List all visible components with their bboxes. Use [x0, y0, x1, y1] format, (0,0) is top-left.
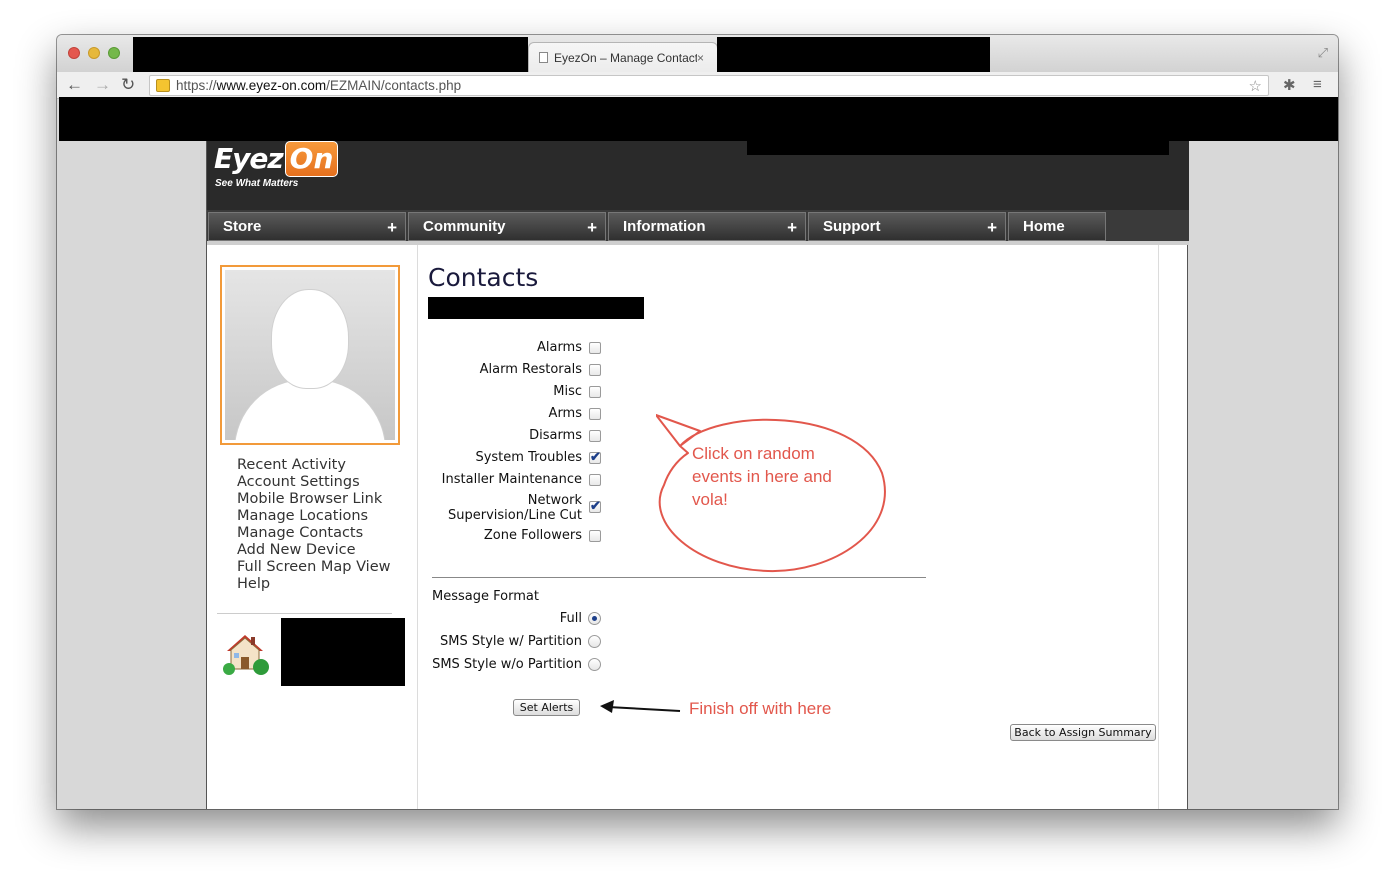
- event-label-misc: Misc: [553, 384, 582, 399]
- warning-lock-icon: [156, 79, 170, 92]
- format-label-sms-partition: SMS Style w/ Partition: [440, 634, 582, 649]
- format-label-sms-no-partition: SMS Style w/o Partition: [432, 657, 582, 672]
- close-window-button[interactable]: [68, 47, 80, 59]
- browser-tab[interactable]: EyezOn – Manage Contact ×: [528, 42, 718, 72]
- redacted-area: [281, 618, 405, 686]
- document-icon: [539, 52, 548, 63]
- tab-title: EyezOn – Manage Contact: [554, 50, 697, 65]
- url-scheme: https://: [176, 78, 217, 93]
- expand-plus-icon[interactable]: +: [387, 218, 397, 238]
- event-checkbox-alarms[interactable]: [589, 342, 601, 354]
- menu-community[interactable]: Community +: [408, 212, 606, 241]
- sidebar-link-account-settings[interactable]: Account Settings: [237, 474, 390, 491]
- sidebar-link-add-device[interactable]: Add New Device: [237, 542, 390, 559]
- event-label-alarms: Alarms: [536, 340, 582, 355]
- sidebar-link-help[interactable]: Help: [237, 576, 390, 593]
- content-divider: [1158, 245, 1159, 809]
- main-menu: Store + Community + Information + Suppor…: [207, 210, 1189, 241]
- event-checkbox-system-troubles[interactable]: [589, 449, 601, 465]
- avatar-head: [272, 290, 348, 388]
- address-bar[interactable]: https:// www.eyez-on.com /EZMAIN/contact…: [149, 75, 1269, 96]
- redacted-area: [428, 297, 644, 319]
- format-radio-full[interactable]: [588, 612, 601, 625]
- sidebar-link-map-view[interactable]: Full Screen Map View: [237, 559, 390, 576]
- redacted-area: [59, 97, 1338, 141]
- event-checkbox-disarms[interactable]: [589, 430, 601, 442]
- back-arrow-icon[interactable]: ←: [66, 75, 83, 95]
- message-format-label: Message Format: [432, 589, 539, 604]
- annotation-finish-text: Finish off with here: [689, 699, 832, 718]
- menu-label: Community: [423, 218, 506, 235]
- event-checkbox-zone-followers[interactable]: [589, 530, 601, 542]
- back-to-assign-summary-button[interactable]: Back to Assign Summary: [1010, 724, 1156, 741]
- avatar-body: [235, 380, 385, 440]
- expand-plus-icon[interactable]: +: [787, 218, 797, 238]
- menu-label: Home: [1023, 218, 1065, 235]
- profile-picture[interactable]: [220, 265, 400, 445]
- sidebar-link-mobile-browser[interactable]: Mobile Browser Link: [237, 491, 390, 508]
- sidebar-link-recent-activity[interactable]: Recent Activity: [237, 457, 390, 474]
- menu-label: Store: [223, 218, 262, 235]
- event-label-network-line2: Supervision/Line Cut: [448, 508, 582, 523]
- expand-plus-icon[interactable]: +: [987, 218, 997, 238]
- format-label-full: Full: [559, 611, 582, 626]
- title-bar: EyezOn – Manage Contact × ⤢: [57, 35, 1338, 76]
- menu-home[interactable]: Home: [1008, 212, 1106, 241]
- sidebar-divider: [417, 245, 418, 809]
- event-label-installer-maintenance: Installer Maintenance: [441, 472, 582, 487]
- section-divider: [432, 577, 926, 578]
- logo-tagline: See What Matters: [215, 178, 299, 189]
- event-label-alarm-restorals: Alarm Restorals: [479, 362, 582, 377]
- event-checkbox-network-supervision[interactable]: [589, 498, 601, 514]
- menu-information[interactable]: Information +: [608, 212, 806, 241]
- annotation-bubble-text: Click on random events in here and vola!: [692, 444, 832, 509]
- sidebar-links: Recent Activity Account Settings Mobile …: [237, 457, 390, 593]
- avatar-placeholder: [225, 270, 395, 440]
- tab-close-icon[interactable]: ×: [697, 51, 711, 65]
- event-checkbox-alarm-restorals[interactable]: [589, 364, 601, 376]
- sidebar-link-manage-contacts[interactable]: Manage Contacts: [237, 525, 390, 542]
- zoom-window-button[interactable]: [108, 47, 120, 59]
- minimize-window-button[interactable]: [88, 47, 100, 59]
- event-label-disarms: Disarms: [529, 428, 582, 443]
- forward-arrow-icon[interactable]: →: [94, 75, 111, 95]
- format-radio-sms-no-partition[interactable]: [588, 658, 601, 671]
- logo-on: On: [284, 141, 339, 177]
- url-host: www.eyez-on.com: [216, 78, 327, 93]
- menu-icon[interactable]: ≡: [1313, 76, 1322, 93]
- fullscreen-icon[interactable]: ⤢: [1318, 45, 1328, 61]
- redacted-area: [717, 37, 990, 76]
- eyezon-logo[interactable]: Eyez On See What Matters: [214, 141, 339, 189]
- menu-label: Support: [823, 218, 881, 235]
- menu-shadow: [207, 241, 1189, 245]
- menu-support[interactable]: Support +: [808, 212, 1006, 241]
- logo-eyez: Eyez: [214, 142, 284, 175]
- format-radio-sms-partition[interactable]: [588, 635, 601, 648]
- menu-label: Information: [623, 218, 706, 235]
- sidebar-link-manage-locations[interactable]: Manage Locations: [237, 508, 390, 525]
- reload-icon[interactable]: ↻: [121, 75, 135, 95]
- event-label-system-troubles: System Troubles: [475, 450, 582, 465]
- event-label-network-line1: Network: [527, 493, 582, 508]
- menu-store[interactable]: Store +: [208, 212, 406, 241]
- page-title: Contacts: [428, 263, 539, 292]
- event-label-zone-followers: Zone Followers: [483, 528, 582, 543]
- browser-toolbar: ← → ↻ https:// www.eyez-on.com /EZMAIN/c…: [57, 72, 1338, 99]
- event-label-arms: Arms: [548, 406, 582, 421]
- expand-plus-icon[interactable]: +: [587, 218, 597, 238]
- arrow-left-icon: [600, 700, 681, 713]
- house-icon[interactable]: [221, 629, 273, 677]
- event-checkbox-installer-maintenance[interactable]: [589, 474, 601, 486]
- sidebar-separator: [217, 613, 392, 614]
- url-path: /EZMAIN/contacts.php: [326, 78, 462, 93]
- redacted-area: [133, 37, 528, 76]
- event-checkbox-arms[interactable]: [589, 408, 601, 420]
- bookmark-star-icon[interactable]: ☆: [1249, 77, 1262, 95]
- extension-icon[interactable]: ✱: [1283, 76, 1296, 94]
- event-checkbox-misc[interactable]: [589, 386, 601, 398]
- set-alerts-button[interactable]: Set Alerts: [513, 699, 580, 716]
